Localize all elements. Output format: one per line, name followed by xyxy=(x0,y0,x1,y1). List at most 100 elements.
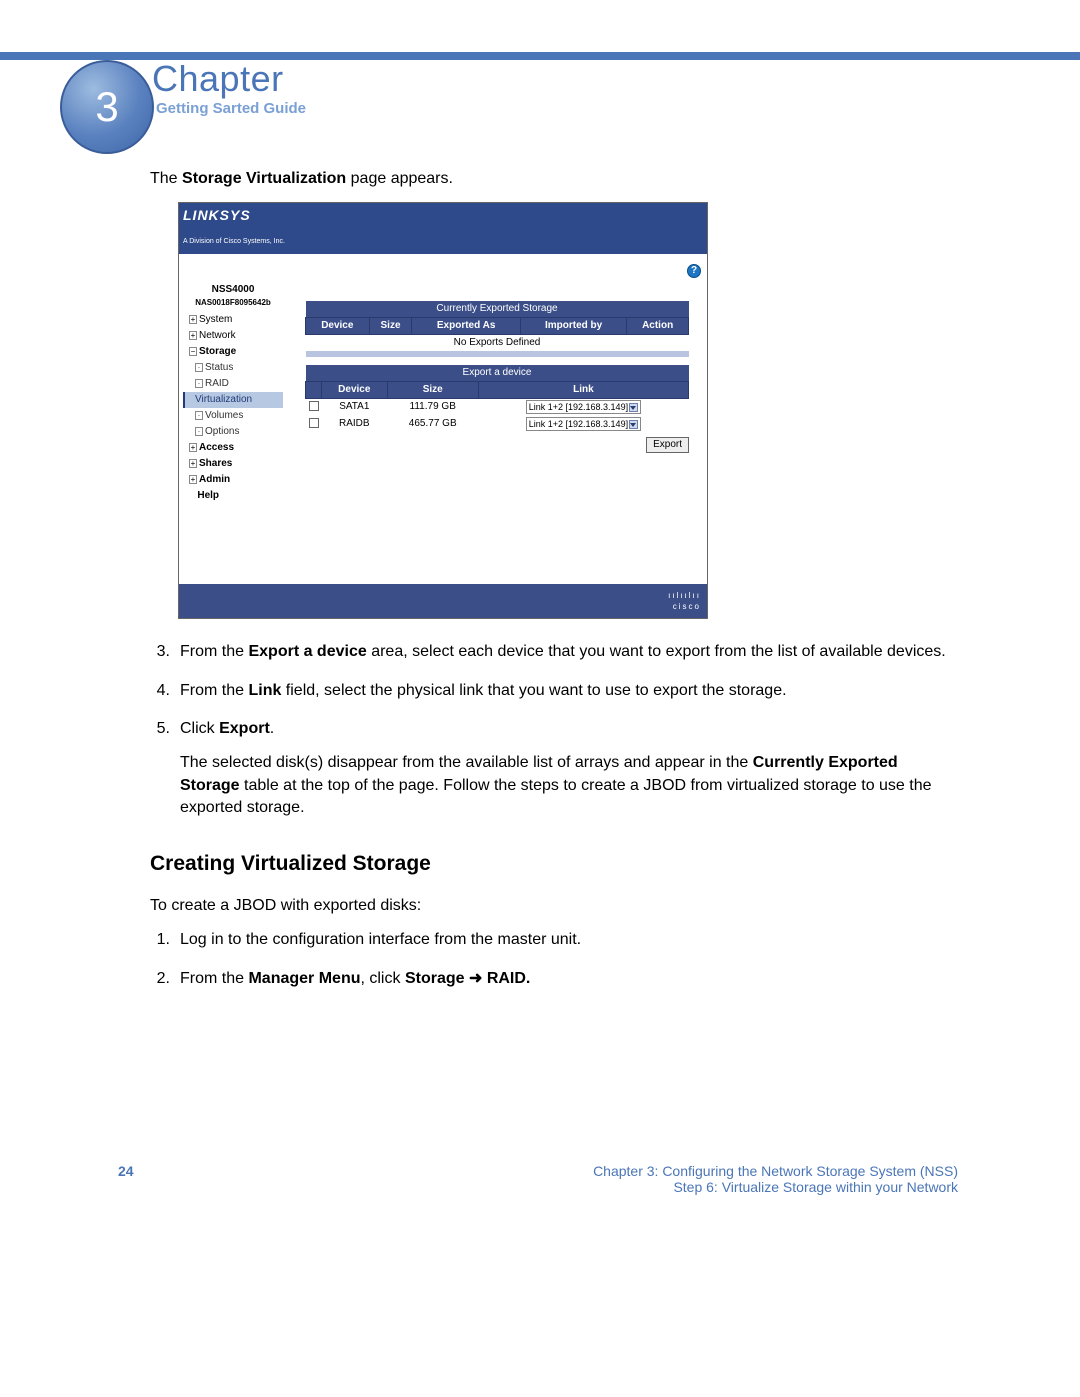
nav-network-label: Network xyxy=(199,330,236,341)
nav-volumes-label: Volumes xyxy=(205,410,243,421)
step-b1-num: 1. xyxy=(150,929,180,951)
b2-bold3: RAID. xyxy=(487,970,531,987)
screenshot-footer-cisco: ıılıılııcisco xyxy=(179,584,707,618)
intro-pre: The xyxy=(150,170,182,187)
arrow-icon: ➜ xyxy=(465,970,487,987)
b2-bold2: Storage xyxy=(405,970,465,987)
step-3-body: From the Export a device area, select ea… xyxy=(180,641,950,663)
step-b2-num: 2. xyxy=(150,968,180,990)
nav-raid-label: RAID xyxy=(205,378,229,389)
nav-virtualization[interactable]: Virtualization xyxy=(183,392,283,408)
step-4-body: From the Link field, select the physical… xyxy=(180,680,950,702)
page-number: 24 xyxy=(118,1163,134,1179)
exported-empty: No Exports Defined xyxy=(306,334,689,351)
col-imported-by: Imported by xyxy=(520,317,626,334)
col-action: Action xyxy=(627,317,689,334)
step-3-num: 3. xyxy=(150,641,180,663)
export-device-table: Export a device Device Size Link SATA1 1… xyxy=(305,365,689,433)
nav-help-label: Help xyxy=(197,490,219,501)
help-row: ? xyxy=(179,254,707,280)
help-icon[interactable]: ? xyxy=(687,264,701,278)
footer-line2: Step 6: Virtualize Storage within your N… xyxy=(118,1179,958,1195)
nav-tree: NSS4000 NAS0018F8095642b +System +Networ… xyxy=(179,281,287,584)
row2-size: 465.77 GB xyxy=(387,416,478,433)
step-4-num: 4. xyxy=(150,680,180,702)
nav-system[interactable]: +System xyxy=(183,312,283,328)
linksys-tagline: A Division of Cisco Systems, Inc. xyxy=(183,238,285,245)
guide-title: Getting Sarted Guide xyxy=(156,100,306,117)
step-b2-body: From the Manager Menu, click Storage ➜ R… xyxy=(180,968,950,990)
s5-pre: Click xyxy=(180,720,219,737)
b2-bold1: Manager Menu xyxy=(248,970,360,987)
page-footer: 24 Chapter 3: Configuring the Network St… xyxy=(118,1163,958,1195)
col-size: Size xyxy=(369,317,412,334)
s5-p2-pre: The selected disk(s) disappear from the … xyxy=(180,754,753,771)
nav-options[interactable]: ·Options xyxy=(183,424,283,440)
b2-mid: , click xyxy=(360,970,404,987)
ecol-link: Link xyxy=(478,381,688,398)
screenshot-main: Currently Exported Storage Device Size E… xyxy=(287,281,707,584)
s3-bold: Export a device xyxy=(248,643,366,660)
nav-raid[interactable]: ·RAID xyxy=(183,376,283,392)
step-5-num: 5. xyxy=(150,718,180,832)
step-3: 3. From the Export a device area, select… xyxy=(150,641,950,663)
page-content: The Storage Virtualization page appears.… xyxy=(150,168,950,1006)
row1-device: SATA1 xyxy=(322,398,388,416)
step-5: 5. Click Export. The selected disk(s) di… xyxy=(150,718,950,832)
nav-options-label: Options xyxy=(205,426,239,437)
col-exported-as: Exported As xyxy=(412,317,521,334)
step-5-body: Click Export. The selected disk(s) disap… xyxy=(180,718,950,832)
cisco-text: cisco xyxy=(673,602,701,611)
nav-shares-label: Shares xyxy=(199,458,232,469)
nav-status-label: Status xyxy=(205,362,233,373)
checkbox-row2[interactable] xyxy=(309,418,319,428)
chapter-number-badge: 3 xyxy=(60,60,154,154)
export-button[interactable]: Export xyxy=(646,437,689,453)
row2-device: RAIDB xyxy=(322,416,388,433)
s3-pre: From the xyxy=(180,643,248,660)
nav-admin-label: Admin xyxy=(199,474,230,485)
nav-virtualization-label: Virtualization xyxy=(195,394,252,405)
step-b1-body: Log in to the configuration interface fr… xyxy=(180,929,950,951)
nav-status[interactable]: ·Status xyxy=(183,360,283,376)
footer-line1: Chapter 3: Configuring the Network Stora… xyxy=(118,1163,958,1179)
intro-jbod: To create a JBOD with exported disks: xyxy=(150,895,950,917)
col-device: Device xyxy=(306,317,370,334)
step-b2: 2. From the Manager Menu, click Storage … xyxy=(150,968,950,990)
s5-p2-post: table at the top of the page. Follow the… xyxy=(180,777,932,816)
screenshot-panel: LINKSYS A Division of Cisco Systems, Inc… xyxy=(178,202,708,619)
intro-post: page appears. xyxy=(346,170,453,187)
export-title: Export a device xyxy=(306,365,689,382)
nav-storage-label: Storage xyxy=(199,346,236,357)
b2-pre: From the xyxy=(180,970,248,987)
intro-bold: Storage Virtualization xyxy=(182,170,346,187)
nav-shares[interactable]: +Shares xyxy=(183,456,283,472)
ecol-size: Size xyxy=(387,381,478,398)
s4-bold: Link xyxy=(248,682,281,699)
row1-size: 111.79 GB xyxy=(387,398,478,416)
device-name: NSS4000 xyxy=(183,283,283,297)
step-b1: 1. Log in to the configuration interface… xyxy=(150,929,950,951)
nav-access-label: Access xyxy=(199,442,234,453)
nav-volumes[interactable]: ·Volumes xyxy=(183,408,283,424)
s4-pre: From the xyxy=(180,682,248,699)
s3-post: area, select each device that you want t… xyxy=(367,643,946,660)
nav-storage[interactable]: −Storage xyxy=(183,344,283,360)
nav-access[interactable]: +Access xyxy=(183,440,283,456)
row1-link-select[interactable]: Link 1+2 [192.168.3.149] xyxy=(526,400,641,415)
device-mac: NAS0018F8095642b xyxy=(183,297,283,308)
row2-link-select[interactable]: Link 1+2 [192.168.3.149] xyxy=(526,417,641,432)
linksys-logo: LINKSYS xyxy=(183,207,251,223)
step-4: 4. From the Link field, select the physi… xyxy=(150,680,950,702)
s5-post: . xyxy=(270,720,274,737)
s5-bold: Export xyxy=(219,720,270,737)
nav-network[interactable]: +Network xyxy=(183,328,283,344)
chapter-word: Chapter xyxy=(152,58,284,100)
ecol-device: Device xyxy=(322,381,388,398)
heading-creating-virtualized-storage: Creating Virtualized Storage xyxy=(150,849,950,878)
nav-help[interactable]: Help xyxy=(183,488,283,504)
checkbox-row1[interactable] xyxy=(309,401,319,411)
exported-table: Currently Exported Storage Device Size E… xyxy=(305,301,689,357)
nav-admin[interactable]: +Admin xyxy=(183,472,283,488)
intro-line: The Storage Virtualization page appears. xyxy=(150,168,950,190)
